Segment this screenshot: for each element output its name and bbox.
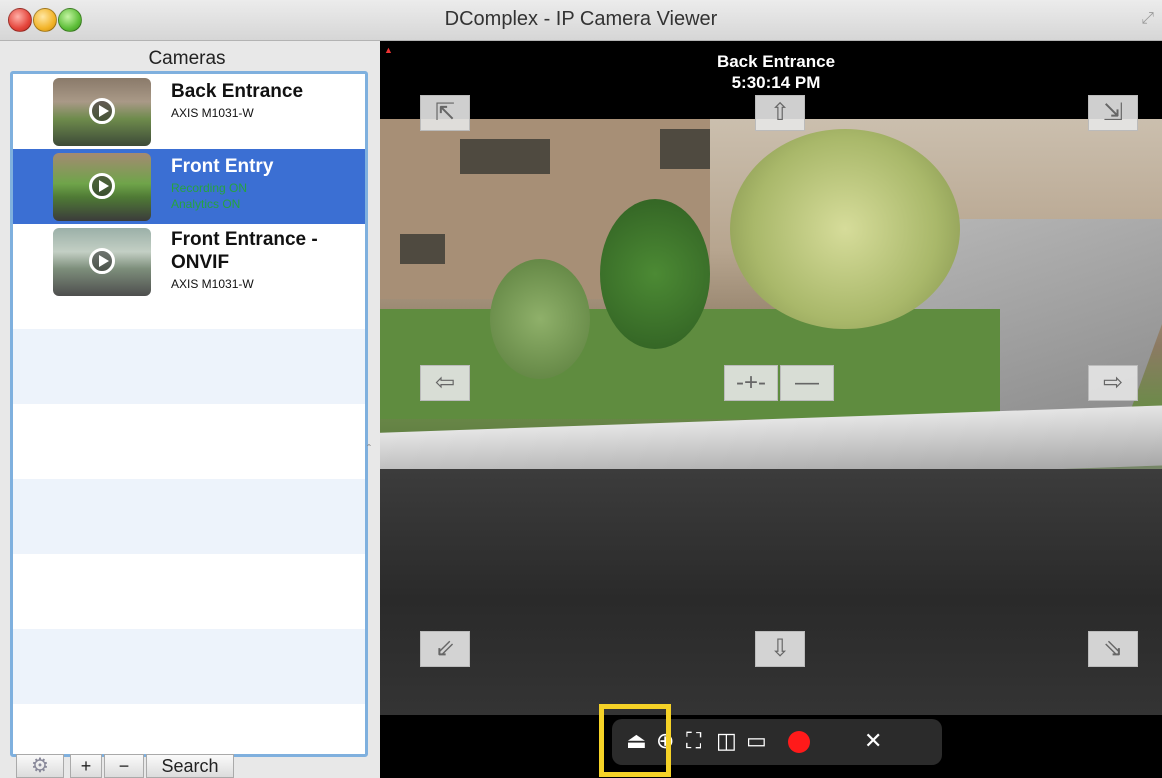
- empty-row: [13, 704, 365, 754]
- fullscreen-icon[interactable]: ⤢: [1141, 10, 1154, 28]
- sidebar-header: Cameras: [148, 48, 226, 69]
- camera-thumbnail: [53, 153, 151, 221]
- snapshot-icon[interactable]: ◫: [716, 725, 737, 757]
- title-bar: DComplex - IP Camera Viewer ⤢: [0, 0, 1162, 41]
- empty-row: [13, 629, 365, 704]
- camera-name: Front Entry: [171, 156, 274, 177]
- camera-model: AXIS M1031-W: [171, 277, 254, 291]
- window-title: DComplex - IP Camera Viewer: [444, 8, 718, 30]
- camera-feed: [380, 119, 1162, 715]
- empty-row: [13, 404, 365, 479]
- resize-handle[interactable]: ˆ: [367, 442, 371, 456]
- pan-right-button[interactable]: ⇨: [1088, 365, 1138, 401]
- play-icon[interactable]: [89, 98, 115, 124]
- gear-icon[interactable]: ⚙: [16, 754, 64, 778]
- camera-item-back-entrance[interactable]: Back Entrance AXIS M1031-W: [13, 74, 365, 149]
- pan-up-left-button[interactable]: ⇱: [420, 95, 470, 131]
- pan-up-button[interactable]: ⇧: [755, 95, 805, 131]
- empty-row: [13, 554, 365, 629]
- zoom-in-button[interactable]: -+-: [724, 365, 778, 401]
- camera-item-front-entry[interactable]: Front Entry Recording ON Analytics ON: [13, 149, 365, 224]
- close-video-icon[interactable]: ✕: [864, 725, 882, 757]
- pan-up-right-button[interactable]: ⇲: [1088, 95, 1138, 131]
- recording-status: Recording ON: [171, 181, 248, 195]
- search-button[interactable]: Search: [146, 754, 234, 778]
- building-window: [400, 234, 445, 264]
- camera-item-front-entrance-onvif[interactable]: Front Entrance - ONVIF AXIS M1031-W: [13, 224, 365, 304]
- camera-model: AXIS M1031-W: [171, 106, 254, 120]
- pan-down-button[interactable]: ⇩: [755, 631, 805, 667]
- camera-thumbnail: [53, 78, 151, 146]
- record-mode-icon[interactable]: ▭: [746, 725, 767, 757]
- pan-down-right-button[interactable]: ⇘: [1088, 631, 1138, 667]
- add-camera-button[interactable]: +: [70, 754, 102, 778]
- camera-name-line1: Front Entrance -: [171, 229, 318, 250]
- overlay-timestamp: 5:30:14 PM: [731, 73, 821, 92]
- overlay-camera-name: Back Entrance: [716, 52, 836, 71]
- play-icon[interactable]: [89, 173, 115, 199]
- pan-left-button[interactable]: ⇦: [420, 365, 470, 401]
- empty-row: [13, 479, 365, 554]
- video-panel: ▲ Back Entrance 5:30:14 PM ⇱ ⇧ ⇲ ⇦ -+- —…: [380, 41, 1162, 778]
- building-window: [660, 129, 710, 169]
- camera-sidebar: Cameras Back Entrance AXIS M1031-W Front…: [0, 41, 374, 778]
- fullscreen-toggle-icon[interactable]: ⛶: [686, 725, 701, 757]
- zoom-out-button[interactable]: —: [780, 365, 834, 401]
- highlight-box: [599, 704, 671, 777]
- camera-thumbnail: [53, 228, 151, 296]
- tree: [730, 129, 960, 329]
- remove-camera-button[interactable]: −: [104, 754, 144, 778]
- shrub: [490, 259, 590, 379]
- empty-row: [13, 329, 365, 404]
- sidebar-toolbar: ⚙ + − Search: [0, 754, 374, 778]
- camera-list[interactable]: Back Entrance AXIS M1031-W Front Entry R…: [10, 71, 368, 757]
- shrub: [600, 199, 710, 349]
- camera-name: Back Entrance: [171, 81, 304, 102]
- play-icon[interactable]: [89, 248, 115, 274]
- pan-down-left-button[interactable]: ⇙: [420, 631, 470, 667]
- analytics-status: Analytics ON: [171, 197, 241, 211]
- dashboard: [380, 469, 1162, 715]
- camera-name-line2: ONVIF: [171, 252, 230, 273]
- building-window: [460, 139, 550, 174]
- record-button[interactable]: [788, 731, 810, 753]
